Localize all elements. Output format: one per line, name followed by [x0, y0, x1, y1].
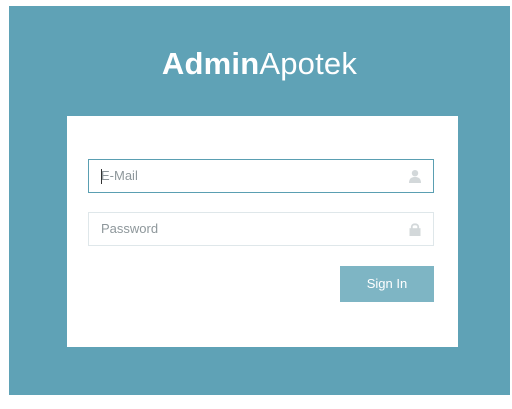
user-icon — [409, 170, 421, 183]
lock-icon — [409, 223, 421, 236]
brand-bold: Admin — [161, 46, 260, 81]
password-placeholder: Password — [101, 221, 159, 236]
email-field[interactable]: E-Mail — [88, 159, 434, 193]
login-page: AdminApotek E-Mail Password Sign In — [9, 6, 510, 395]
email-placeholder: E-Mail — [101, 168, 138, 183]
sign-in-button[interactable]: Sign In — [340, 266, 434, 302]
brand-light: Apotek — [259, 46, 358, 81]
text-caret — [101, 169, 102, 184]
password-field[interactable]: Password — [88, 212, 434, 246]
app-logo: AdminApotek — [9, 44, 510, 84]
login-card: E-Mail Password Sign In — [67, 116, 458, 347]
